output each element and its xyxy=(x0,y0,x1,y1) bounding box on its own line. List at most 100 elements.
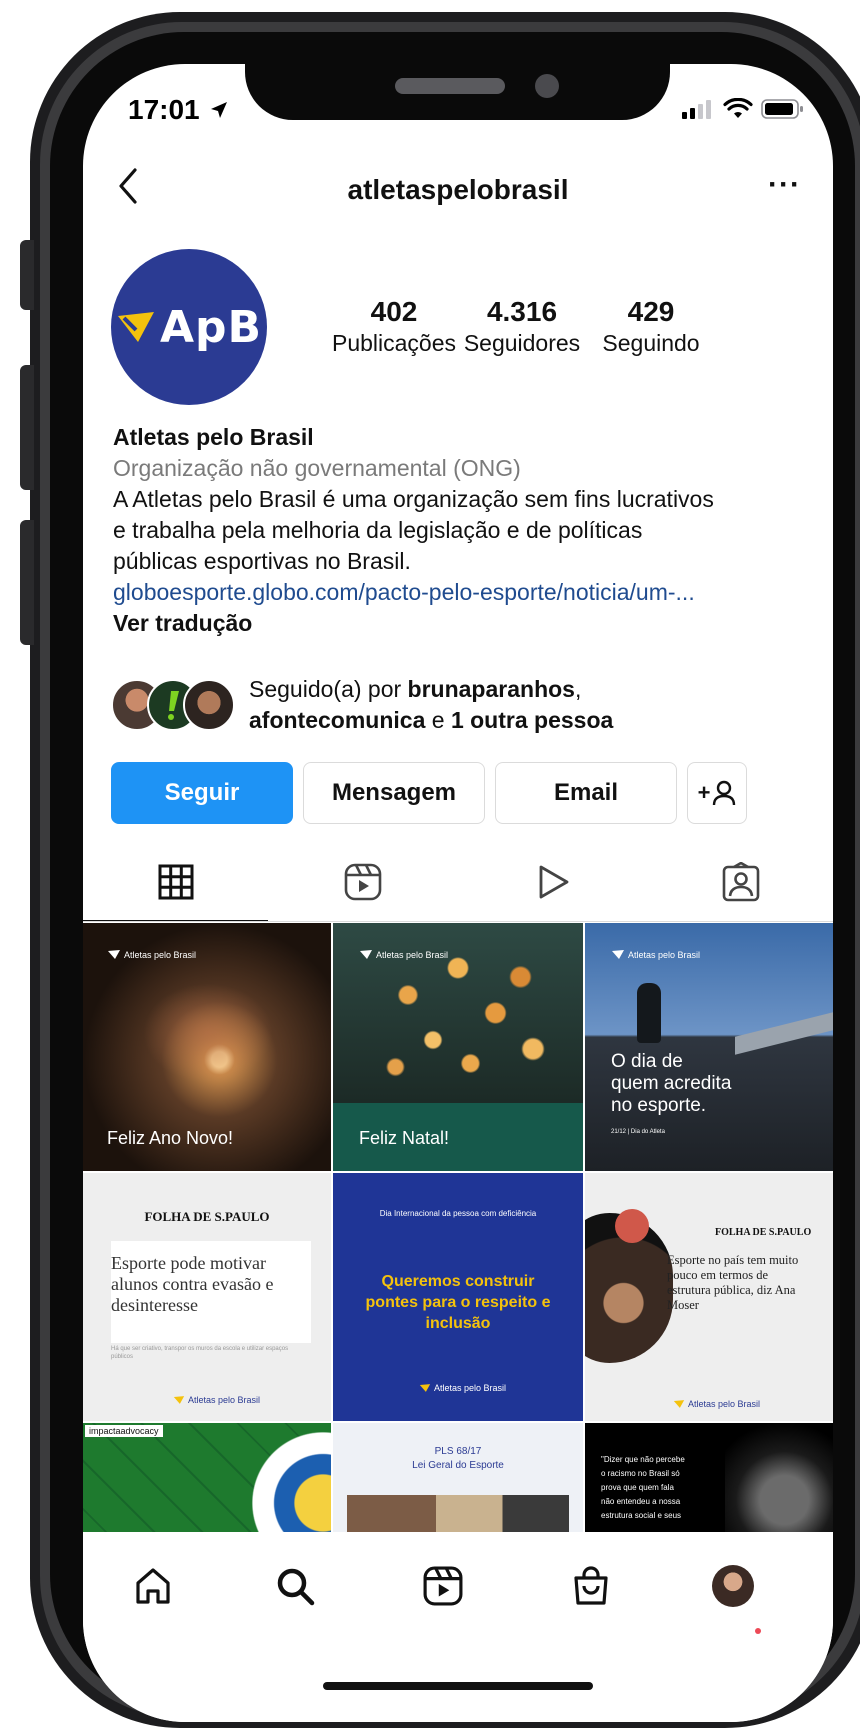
post-1-caption: Feliz Ano Novo! xyxy=(107,1128,234,1148)
home-indicator[interactable] xyxy=(323,1682,593,1690)
post-2-caption: Feliz Natal! xyxy=(359,1128,450,1148)
front-camera xyxy=(535,74,559,98)
followed-by[interactable]: Seguido(a) por brunaparanhos, afontecomu… xyxy=(111,674,613,736)
follower-name-1[interactable]: brunaparanhos xyxy=(408,676,575,702)
grid-icon xyxy=(158,864,193,900)
post-9-quote-line-5: estrutura social e seus xyxy=(601,1511,682,1520)
search-tab[interactable] xyxy=(265,1556,325,1616)
post-tile-1[interactable]: Atletas pelo Brasil Feliz Ano Novo! xyxy=(83,923,331,1171)
shop-tab[interactable] xyxy=(561,1556,621,1616)
stat-following[interactable]: 429 Seguindo xyxy=(593,296,709,357)
post-3-brand-text: Atletas pelo Brasil xyxy=(628,949,701,960)
add-person-button[interactable]: + xyxy=(687,762,747,824)
wifi-icon xyxy=(723,98,753,118)
bottom-tab-bar xyxy=(83,1532,833,1722)
followed-comma: , xyxy=(574,676,582,702)
follower-others[interactable]: 1 outra pessoa xyxy=(451,707,613,733)
reels-tab[interactable] xyxy=(413,1556,473,1616)
profile-tabs xyxy=(83,844,833,920)
post-5-message-line-1: Queremos construir xyxy=(381,1273,535,1290)
mute-switch xyxy=(20,240,34,310)
post-3-guardrail xyxy=(735,1009,833,1055)
profile-display-name: Atletas pelo Brasil xyxy=(113,424,314,450)
post-tile-9[interactable]: "Dizer que não percebe o racismo no Bras… xyxy=(585,1423,833,1533)
play-icon xyxy=(539,865,569,899)
logo-mark-icon xyxy=(117,312,154,342)
stat-followers[interactable]: 4.316 Seguidores xyxy=(455,296,589,357)
post-6-headline-line-3: estrutura pública, diz Ana xyxy=(667,1283,796,1297)
post-tile-6[interactable]: FOLHA DE S.PAULO Esporte no país tem mui… xyxy=(585,1173,833,1421)
post-4-masthead: FOLHA DE S.PAULO xyxy=(144,1209,270,1224)
stat-followers-label: Seguidores xyxy=(463,330,581,356)
post-9-quote-line-4: não entendeu a nossa xyxy=(601,1497,681,1506)
post-tile-7[interactable]: impactaadvocacy xyxy=(83,1423,331,1533)
post-tile-2[interactable]: Atletas pelo Brasil Feliz Natal! xyxy=(333,923,583,1171)
see-translation-link[interactable]: Ver tradução xyxy=(113,608,813,639)
stat-posts[interactable]: 402 Publicações xyxy=(329,296,459,357)
post-3-runner xyxy=(637,983,661,1043)
post-tile-3[interactable]: Atletas pelo Brasil O dia de quem acredi… xyxy=(585,923,833,1171)
post-6-headline-line-1: Esporte no país tem muito xyxy=(667,1253,799,1267)
volume-up-button xyxy=(20,365,34,490)
follower-name-2[interactable]: afontecomunica xyxy=(249,707,425,733)
post-4-headline-line-2: alunos contra evasão e xyxy=(111,1274,274,1294)
post-5-message: Queremos construir pontes para o respeit… xyxy=(333,1271,583,1334)
status-time-text: 17:01 xyxy=(128,94,200,125)
post-5-message-line-2: pontes para o respeito e xyxy=(365,1294,551,1311)
post-tile-4[interactable]: FOLHA DE S.PAULO Esporte pode motivar al… xyxy=(83,1173,331,1421)
logo-text: ApB xyxy=(159,301,263,353)
post-4-headline-line-3: desinteresse xyxy=(111,1295,198,1315)
post-3-caption-line-3: no esporte. xyxy=(611,1095,707,1116)
stat-followers-count: 4.316 xyxy=(486,296,558,327)
reels-icon xyxy=(344,863,382,901)
brand-mark-icon xyxy=(673,1400,685,1408)
speaker-grille xyxy=(395,78,505,94)
post-tile-8[interactable]: PLS 68/17 Lei Geral do Esporte xyxy=(333,1423,583,1533)
email-button[interactable]: Email xyxy=(495,762,677,824)
exclamation-logo-icon xyxy=(168,691,179,720)
more-options-button[interactable]: ··· xyxy=(768,168,801,202)
stat-following-count: 429 xyxy=(627,296,675,327)
profile-avatar[interactable]: ApB xyxy=(111,249,267,405)
post-9-portrait xyxy=(725,1423,833,1533)
brand-mark-icon xyxy=(612,950,624,959)
message-button[interactable]: Mensagem xyxy=(303,762,485,824)
profile-category: Organização não governamental (ONG) xyxy=(113,455,521,481)
home-tab[interactable] xyxy=(123,1556,183,1616)
post-6-headline-line-2: pouco em termos de xyxy=(667,1268,769,1282)
bio-text-line-1: A Atletas pelo Brasil é uma organização … xyxy=(113,486,714,512)
notification-dot xyxy=(755,1628,761,1634)
profile-tab[interactable] xyxy=(703,1556,763,1616)
post-3-footer: 21/12 | Dia do Atleta xyxy=(611,1129,665,1135)
stat-following-label: Seguindo xyxy=(602,330,700,356)
reels-icon xyxy=(423,1566,463,1606)
tab-reels[interactable] xyxy=(268,844,458,920)
tabs-divider xyxy=(83,921,833,922)
post-3-caption: O dia de quem acredita no esporte. xyxy=(611,1051,731,1117)
tab-posts-grid[interactable] xyxy=(83,844,268,920)
post-6-brand-text: Atletas pelo Brasil xyxy=(688,1399,761,1409)
post-6-headline-line-4: Moser xyxy=(667,1298,699,1312)
post-3-caption-line-1: O dia de xyxy=(611,1051,683,1072)
post-4-subtitle: Há que ser criativo, transpor os muros d… xyxy=(111,1346,289,1360)
follower-avatars xyxy=(111,679,235,731)
status-time: 17:01 xyxy=(128,94,229,126)
bio-link[interactable]: globoesporte.globo.com/pacto-pelo-esport… xyxy=(113,577,813,608)
post-9-quote: "Dizer que não percebe o racismo no Bras… xyxy=(601,1453,685,1523)
home-icon xyxy=(136,1568,170,1604)
tab-tagged[interactable] xyxy=(648,844,833,920)
profile-username: atletaspelobrasil xyxy=(347,174,569,205)
post-4-brand: Atletas pelo Brasil xyxy=(173,1395,260,1405)
add-person-plus: + xyxy=(697,780,711,805)
profile-bio: Atletas pelo Brasil Organização não gove… xyxy=(113,422,813,639)
post-5-brand: Atletas pelo Brasil xyxy=(419,1383,506,1393)
follow-button[interactable]: Seguir xyxy=(111,762,293,824)
post-tile-5[interactable]: Dia Internacional da pessoa com deficiên… xyxy=(333,1173,583,1421)
post-7-graphic xyxy=(233,1423,331,1533)
post-8-line-1: PLS 68/17 xyxy=(434,1446,482,1457)
tab-videos[interactable] xyxy=(458,844,648,920)
bio-text-line-3: públicas esportivas no Brasil. xyxy=(113,548,411,574)
notch xyxy=(245,64,670,120)
post-1-hands-image xyxy=(143,983,273,1083)
stat-posts-count: 402 xyxy=(370,296,418,327)
